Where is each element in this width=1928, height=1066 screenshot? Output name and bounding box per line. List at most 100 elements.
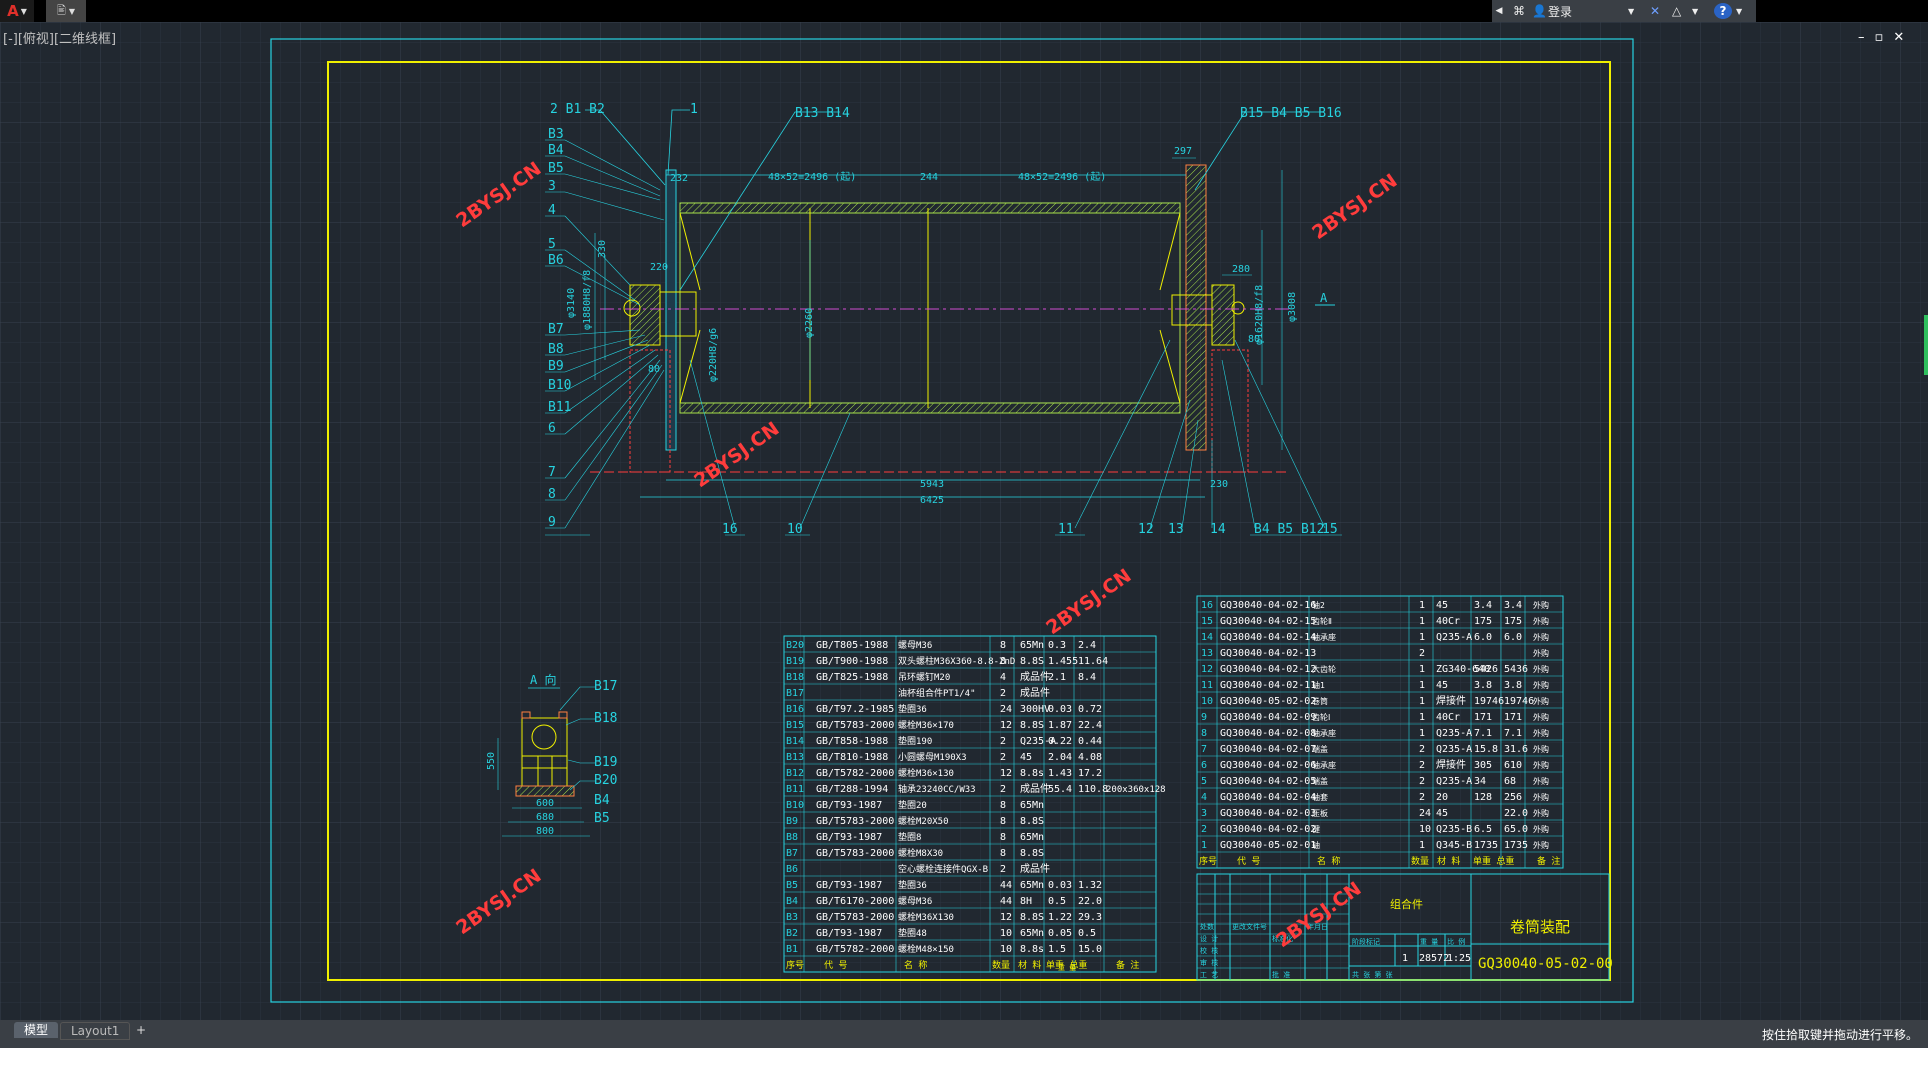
- bom-cell: 68: [1504, 776, 1516, 787]
- dim-phi3008: φ3008: [1287, 292, 1298, 322]
- bom-cell: 螺栓M20X50: [898, 815, 949, 827]
- bom-cell: 45: [1436, 808, 1448, 819]
- row-process: 工 艺: [1200, 971, 1218, 979]
- bom-cell: 3.8: [1504, 680, 1522, 691]
- quick-access-toolbar[interactable]: 🖹 ▼: [46, 0, 86, 22]
- bom-cell: 齿轮Ⅱ: [1312, 616, 1332, 626]
- bom-cell: 6.0: [1504, 632, 1522, 643]
- application-menu-button[interactable]: A ▼: [0, 0, 34, 22]
- chevron-down-icon[interactable]: ▼: [1692, 7, 1714, 16]
- bom-cell: 610: [1504, 760, 1522, 771]
- bom-cell: 外购: [1533, 728, 1549, 738]
- bom-cell: 12: [1000, 768, 1012, 779]
- bom-cell: 8.8S: [1020, 720, 1044, 731]
- chevron-down-icon[interactable]: ▼: [1736, 7, 1750, 16]
- bom-cell: 45: [1020, 752, 1032, 763]
- balloon-bottom-5: 14: [1210, 522, 1226, 537]
- bom-cell: 65Mn: [1020, 928, 1044, 939]
- bom-cell: 2.1: [1048, 672, 1066, 683]
- add-layout-button[interactable]: +: [130, 1022, 152, 1038]
- bom-cell: GB/T288-1994: [816, 784, 888, 795]
- bom-cell: 171: [1504, 712, 1522, 723]
- tab-layout1[interactable]: Layout1: [60, 1022, 131, 1040]
- bom-cell: 0.03: [1048, 704, 1072, 715]
- bom-cell: 128: [1474, 792, 1492, 803]
- bom-cell: 5426: [1474, 664, 1498, 675]
- bom-cell: 55.4: [1048, 784, 1072, 795]
- exchange-icon[interactable]: ✕: [1650, 4, 1672, 18]
- bom-header-cell: 名 称: [904, 959, 927, 971]
- bom-cell: 1: [1419, 616, 1425, 627]
- bom-cell: 44: [1000, 896, 1012, 907]
- close-icon[interactable]: ✕: [1893, 30, 1904, 45]
- bom-cell: 1: [1419, 712, 1425, 723]
- binoculars-icon[interactable]: ⌘: [1506, 4, 1532, 18]
- bom-cell: 3.8: [1474, 680, 1492, 691]
- bom-cell: Q235-B: [1436, 824, 1472, 835]
- bom-cell: B6: [786, 864, 798, 875]
- bom-cell: B17: [786, 688, 804, 699]
- help-icon[interactable]: ?: [1714, 3, 1732, 19]
- bom-cell: GB/T93-1987: [816, 832, 882, 843]
- bom-cell: GB/T5782-2000: [816, 944, 894, 955]
- bom-cell: 1: [1419, 632, 1425, 643]
- balloon-section-B18: B18: [594, 711, 617, 726]
- bom-cell: 175: [1504, 616, 1522, 627]
- chevron-down-icon[interactable]: ▼: [1628, 7, 1650, 16]
- bom-header-cell: 代 号: [824, 960, 847, 971]
- bom-cell: 1: [1419, 664, 1425, 675]
- bom-cell: 7.1: [1504, 728, 1522, 739]
- bom-cell: 24: [1419, 808, 1431, 819]
- bom-cell: 4.08: [1078, 752, 1102, 763]
- bom-cell: 外购: [1533, 808, 1549, 818]
- bom-cell: 40Cr: [1436, 616, 1460, 627]
- viewport-label[interactable]: [-][俯视][二维线框]: [3, 28, 116, 47]
- scroll-left-icon[interactable]: ◀: [1492, 6, 1506, 16]
- sheet-value: 1: [1402, 953, 1408, 964]
- sign-in-link[interactable]: 登录: [1544, 3, 1628, 20]
- bom-cell: B18: [786, 672, 804, 683]
- bom-header-cell: 代 号: [1237, 856, 1260, 867]
- bom-cell: GB/T805-1988: [816, 640, 888, 651]
- infocenter-toolbar: ◀ ⌘ 👤 登录 ▼ ✕ △ ▼ ? ▼: [1492, 0, 1756, 22]
- bom-cell: 15.0: [1078, 944, 1102, 955]
- bom-cell: 螺栓M8X30: [898, 847, 943, 859]
- bom-cell: 9: [1201, 712, 1207, 723]
- bom-cell: GB/T858-1988: [816, 736, 888, 747]
- bom-cell: 0.05: [1048, 928, 1072, 939]
- minimize-icon[interactable]: –: [1858, 30, 1865, 45]
- dim-phi1620: φ1620H8/f8: [1254, 285, 1265, 345]
- bom-cell: B9: [786, 816, 798, 827]
- bom-cell: 200x360x128: [1106, 785, 1166, 795]
- tab-model[interactable]: 模型: [14, 1022, 59, 1038]
- triangle-a-icon[interactable]: △: [1672, 4, 1692, 18]
- bom-cell: 8.8S: [1020, 656, 1044, 667]
- bom-cell: 300HV: [1020, 704, 1050, 715]
- bom-cell: 轴承座: [1312, 632, 1336, 642]
- balloon-section-B4: B4: [594, 793, 610, 808]
- scale-value: 1:25: [1447, 953, 1471, 964]
- bom-cell: 10: [1201, 696, 1213, 707]
- scroll-indicator[interactable]: [1924, 315, 1928, 375]
- row-review: 审 核: [1200, 958, 1218, 967]
- model-canvas[interactable]: 232 48×52=2496 (起) 244 48×52=2496 (起) 29…: [0, 22, 1928, 1020]
- bom-cell: 2: [1419, 792, 1425, 803]
- bom-cell: GB/T900-1988: [816, 656, 888, 667]
- bom-cell: 22.0: [1504, 808, 1528, 819]
- bom-cell: 外购: [1533, 824, 1549, 834]
- bom-cell: 成品件: [1020, 671, 1050, 683]
- bom-cell: B10: [786, 800, 804, 811]
- bom-cell: GB/T93-1987: [816, 800, 882, 811]
- bom-cell: GQ30040-04-02-12: [1220, 664, 1316, 675]
- bom-cell: 3.4: [1474, 600, 1492, 611]
- bom-cell: 15: [1201, 616, 1213, 627]
- bom-cell: 110.8: [1078, 784, 1108, 795]
- bom-cell: 8.8S: [1020, 912, 1044, 923]
- bom-cell: Q235-A: [1436, 728, 1472, 739]
- command-line-area[interactable]: [0, 1048, 1928, 1066]
- bom-cell: 0.03: [1048, 880, 1072, 891]
- restore-icon[interactable]: ▫: [1875, 30, 1884, 45]
- bom-cell: 螺母M36: [898, 640, 932, 651]
- user-icon: 👤: [1532, 4, 1547, 18]
- section-view-label: A 向: [530, 672, 556, 687]
